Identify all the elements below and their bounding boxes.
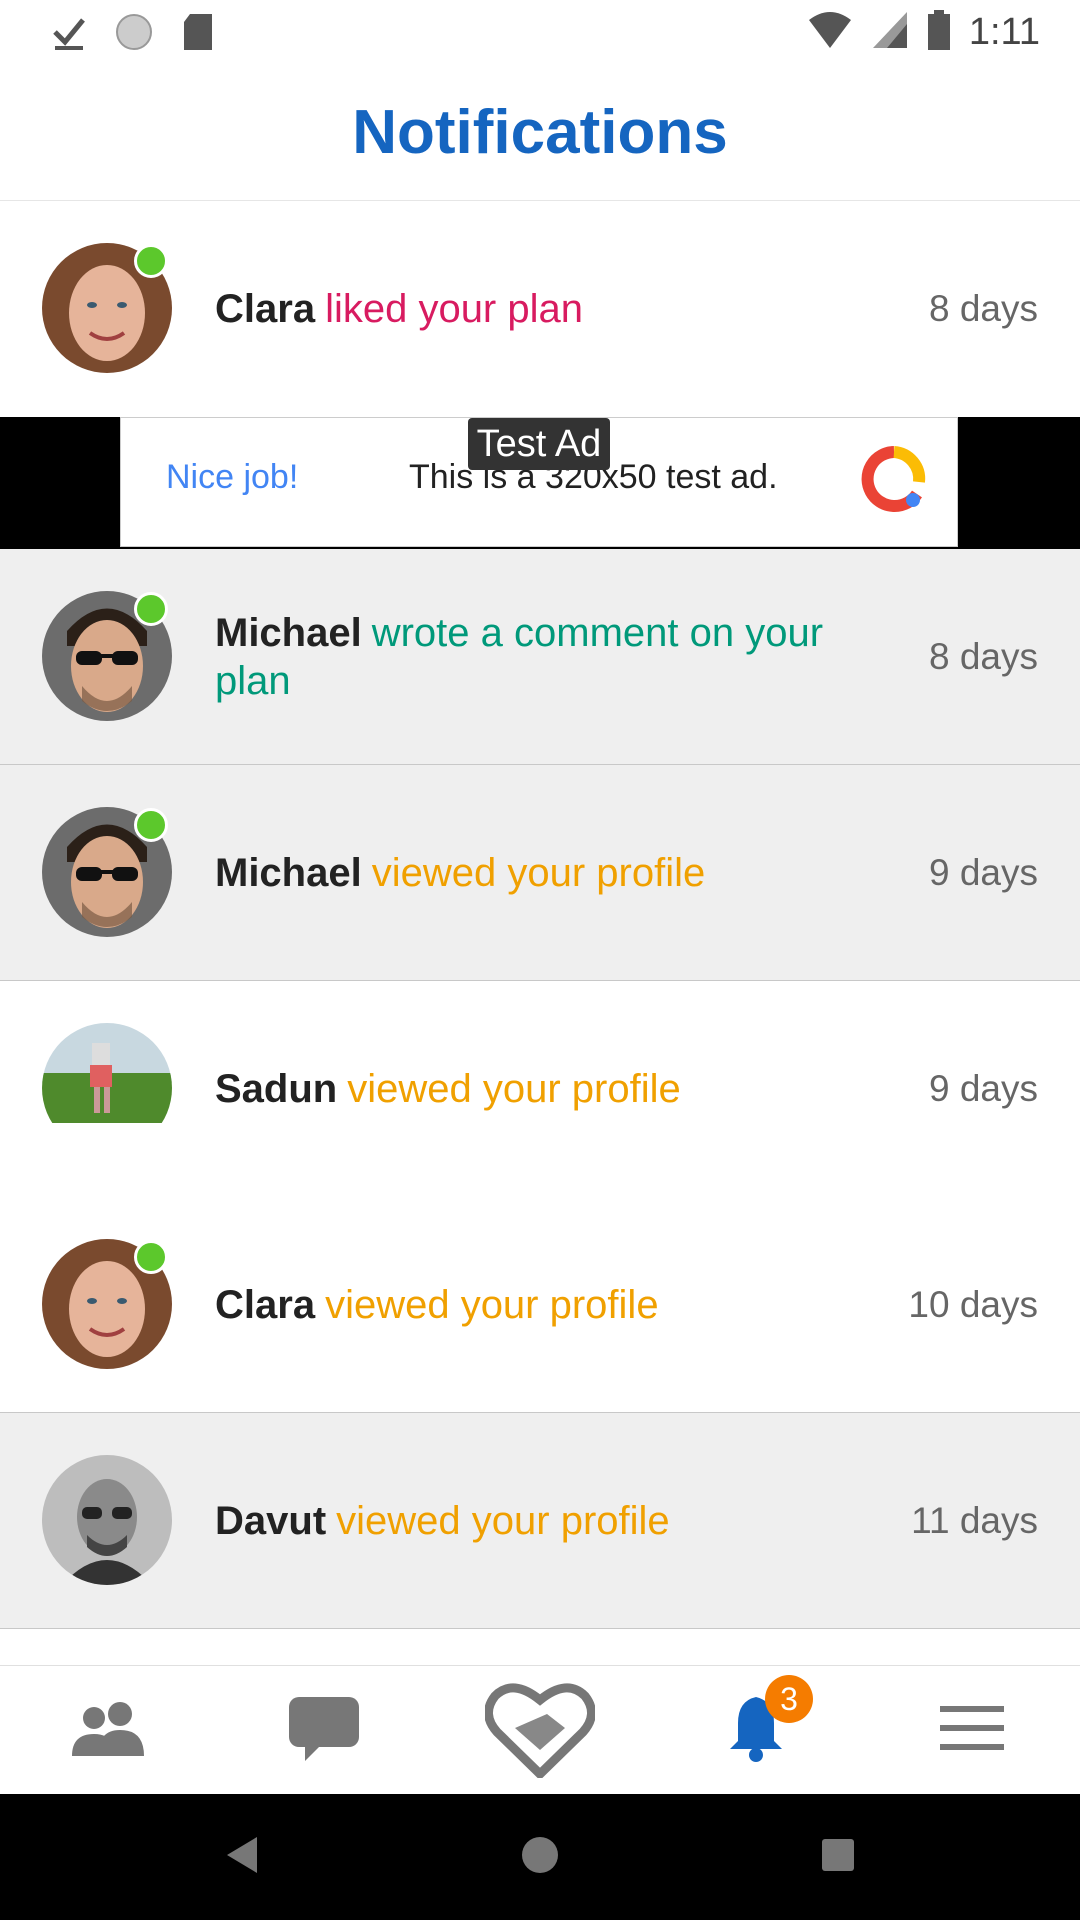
back-icon xyxy=(225,1835,259,1880)
notification-action: viewed your profile xyxy=(371,850,706,895)
user-name: Davut xyxy=(215,1498,327,1543)
menu-icon xyxy=(940,1706,1004,1755)
timestamp: 9 days xyxy=(928,851,1038,893)
battery-icon xyxy=(927,10,951,55)
test-ad-label: Test Ad xyxy=(468,418,610,470)
notification-action: viewed your profile xyxy=(336,1498,670,1543)
signal-icon xyxy=(871,10,909,55)
nav-menu[interactable] xyxy=(864,1666,1080,1795)
notification-action: viewed your profile xyxy=(325,1282,659,1327)
clock: 1:11 xyxy=(968,11,1040,53)
user-name: Clara xyxy=(215,1282,316,1327)
nav-people[interactable] xyxy=(0,1666,216,1795)
wifi-icon xyxy=(807,10,853,55)
timestamp: 9 days xyxy=(928,1067,1038,1109)
list-item[interactable]: Clara viewed your profile 10 days xyxy=(0,1197,1080,1413)
notification-action: liked your plan xyxy=(325,286,583,331)
list-item[interactable]: Sadun viewed your profile 9 days xyxy=(0,981,1080,1196)
online-indicator xyxy=(134,1240,168,1274)
user-name: Michael xyxy=(215,610,362,655)
list-item[interactable]: Clara liked your plan 8 days xyxy=(0,201,1080,418)
list-item[interactable]: Davut viewed your profile 11 days xyxy=(0,1413,1080,1629)
list-item[interactable]: Michael viewed your profile 9 days xyxy=(0,765,1080,981)
sd-card-icon xyxy=(182,12,214,57)
system-navigation-bar xyxy=(0,1794,1080,1920)
ad-logo-icon xyxy=(861,446,927,512)
people-icon xyxy=(68,1698,148,1763)
page-title: Notifications xyxy=(352,97,728,167)
avatar[interactable] xyxy=(42,1023,172,1153)
user-name: Sadun xyxy=(215,1066,338,1111)
recents-icon xyxy=(821,1838,855,1877)
status-bar: 1:11 xyxy=(0,0,1080,64)
online-indicator xyxy=(134,244,168,278)
online-indicator xyxy=(134,808,168,842)
sync-icon xyxy=(114,12,154,57)
notification-action: viewed your profile xyxy=(347,1066,681,1111)
user-name: Clara xyxy=(215,286,316,331)
bottom-navigation xyxy=(0,1665,1080,1795)
home-button[interactable] xyxy=(490,1794,590,1920)
nav-messages[interactable] xyxy=(216,1666,432,1795)
home-icon xyxy=(520,1835,560,1880)
app-header: Notifications xyxy=(0,64,1080,201)
user-name: Michael xyxy=(215,850,362,895)
back-button[interactable] xyxy=(192,1794,292,1920)
timestamp: 8 days xyxy=(928,287,1038,329)
list-item[interactable]: Michael wrote a comment on your plan 8 da… xyxy=(0,549,1080,765)
notification-badge: 3 xyxy=(765,1675,813,1723)
recents-button[interactable] xyxy=(788,1794,888,1920)
online-indicator xyxy=(134,592,168,626)
chat-icon xyxy=(287,1695,361,1766)
timestamp: 8 days xyxy=(928,635,1038,677)
download-done-icon xyxy=(52,12,86,57)
timestamp: 11 days xyxy=(911,1499,1038,1541)
avatar[interactable] xyxy=(42,1455,172,1585)
timestamp: 10 days xyxy=(908,1283,1038,1325)
nav-match[interactable] xyxy=(432,1666,648,1795)
handshake-heart-icon xyxy=(484,1678,596,1783)
nav-notifications[interactable] xyxy=(648,1666,864,1795)
ad-headline: Nice job! xyxy=(166,458,299,496)
